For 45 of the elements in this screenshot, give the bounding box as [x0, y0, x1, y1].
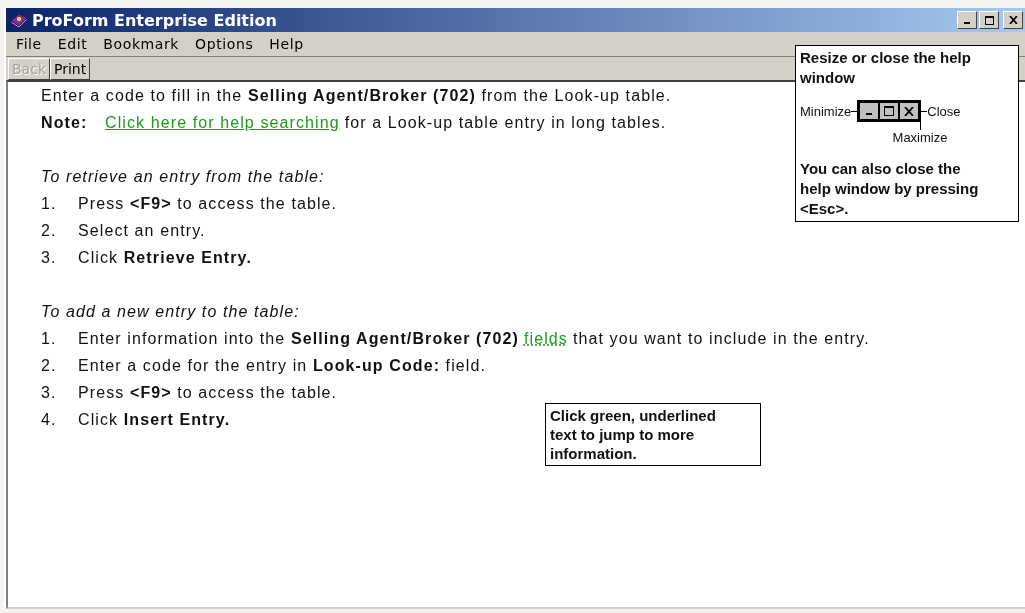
close-label: Close — [927, 103, 961, 119]
window-title: ProForm Enterprise Edition — [32, 10, 278, 30]
step-text: Press <F9> to access the table. — [78, 195, 338, 212]
menu-item[interactable]: Bookmark — [95, 36, 188, 52]
step-text: Select an entry. — [78, 222, 206, 239]
section-heading: To add a new entry to the table: — [41, 302, 300, 322]
toolbar-button[interactable]: Print — [50, 58, 91, 80]
book-icon — [10, 12, 28, 28]
step-text: Press <F9> to access the table. — [78, 384, 338, 401]
step-text: that you want to include in the entry. — [572, 330, 870, 347]
help-link[interactable]: Click here for help searching — [105, 109, 340, 136]
step-number: 4. — [41, 410, 58, 430]
callout-title: Resize or close the help window — [800, 48, 972, 88]
callout-text: You can also close the help window by pressing <Esc>. — [800, 159, 980, 219]
close-button[interactable] — [1003, 11, 1023, 29]
maximize-button[interactable] — [979, 11, 999, 29]
step-number: 3. — [41, 383, 58, 403]
step-number: 2. — [41, 221, 58, 241]
leader-line — [921, 110, 928, 112]
note-label: Note: — [41, 113, 89, 133]
window-controls-drawing — [857, 100, 922, 122]
minimize-button[interactable] — [957, 11, 977, 29]
menu-item[interactable]: Options — [187, 36, 262, 52]
step-number: 3. — [41, 248, 58, 268]
intro-text: Enter a code to fill in the Selling Agent/Broker (702) from the Look-up table. — [41, 86, 672, 106]
step-text: Click Insert Entry. — [78, 411, 231, 428]
menu-item[interactable]: File — [8, 36, 50, 52]
callout-text: Click green, underlined text to jump to more information. — [550, 406, 717, 463]
minimize-label: Minimize — [800, 103, 852, 119]
leader-line — [919, 122, 921, 130]
menu-item[interactable]: Edit — [49, 36, 96, 52]
step-text: Click Retrieve Entry. — [78, 249, 252, 266]
step-number: 1. — [41, 194, 58, 214]
note-text: for a Look-up table entry in long tables. — [344, 113, 667, 133]
fields-link[interactable]: fields — [524, 330, 568, 347]
maximize-label: Maximize — [892, 130, 948, 145]
step-number: 2. — [41, 356, 58, 376]
leader-line — [851, 110, 858, 112]
menu-item[interactable]: Help — [261, 36, 312, 52]
section-heading: To retrieve an entry from the table: — [41, 167, 325, 187]
maximize-icon — [984, 15, 994, 25]
step-text: Enter information into the Selling Agent/Broker (702) — [78, 330, 519, 347]
close-icon — [1008, 16, 1018, 24]
step-number: 1. — [41, 329, 58, 349]
step-text: Enter a code for the entry in Look-up Code: field. — [78, 357, 486, 374]
